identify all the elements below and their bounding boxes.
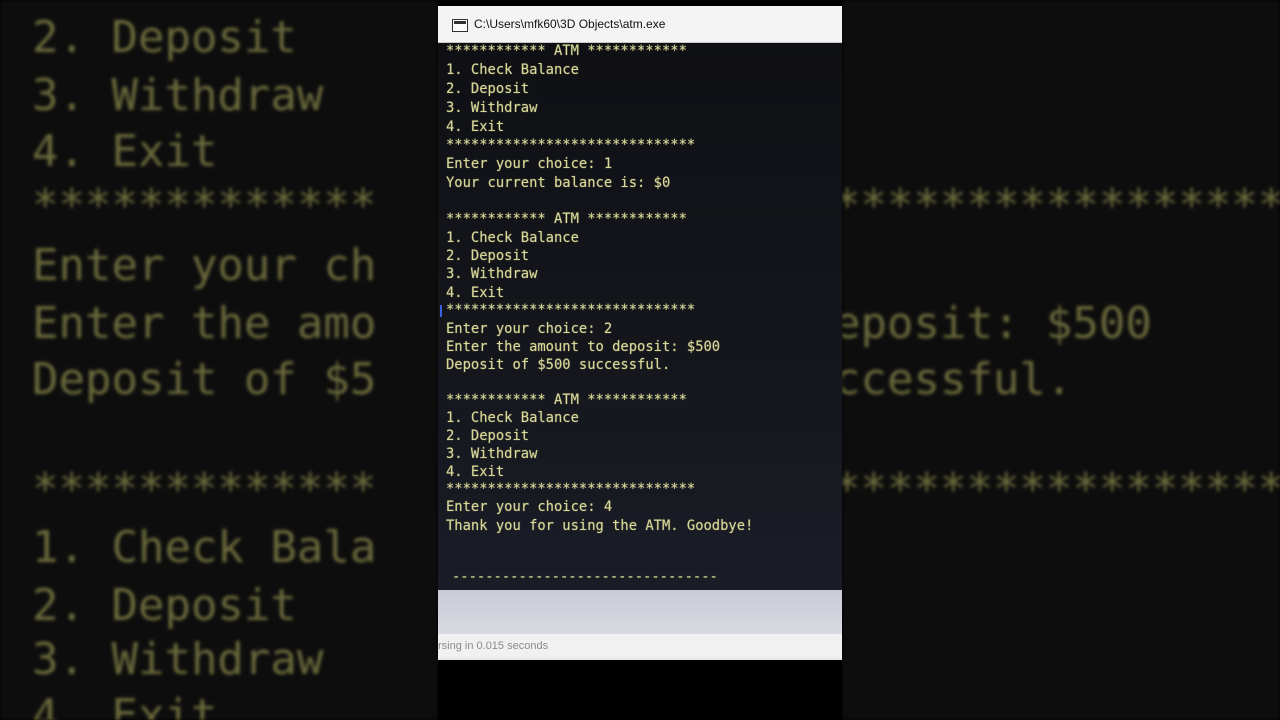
bg-left-line: *************	[32, 464, 377, 515]
console-line: Your current balance is: $0	[446, 175, 671, 191]
console-line: ******************************	[446, 302, 696, 318]
console-line: ************ ATM ************	[446, 43, 687, 59]
separator-line: --------------------------------	[452, 569, 718, 585]
status-panel: rsing in 0.015 seconds	[438, 590, 842, 660]
bg-left-line: 2. Deposit	[32, 580, 297, 631]
caret-marker	[440, 305, 442, 317]
bg-left-line: *************	[32, 180, 377, 231]
background-left: 2. Deposit 3. Withdraw 4. Exit *********…	[0, 0, 438, 720]
console-line: 3. Withdraw	[446, 266, 538, 282]
console-line: Deposit of $500 successful.	[446, 357, 671, 373]
console-line: 2. Deposit	[446, 81, 530, 97]
console-line: ************ ATM ************	[446, 211, 687, 227]
bg-right-line: ccessful.	[842, 354, 1073, 405]
console-app-icon	[452, 19, 468, 32]
bg-right-line: *****************	[842, 180, 1280, 231]
console-output[interactable]: ************ ATM ************ 1. Check B…	[438, 43, 842, 590]
bg-right-line: *****************	[842, 464, 1280, 515]
console-line: ******************************	[446, 481, 696, 497]
bg-left-line: Deposit of $5	[32, 354, 377, 405]
console-line: 1. Check Balance	[446, 230, 579, 246]
bg-left-line: 4. Exit	[32, 690, 218, 720]
console-line: ******************************	[446, 137, 696, 153]
bg-left-line: 3. Withdraw	[32, 70, 324, 121]
bg-left-line: Enter the amo	[32, 298, 377, 349]
window-titlebar[interactable]: C:\Users\mfk60\3D Objects\atm.exe	[438, 6, 842, 43]
console-line: ************ ATM ************	[446, 392, 687, 408]
bg-left-line: 2. Deposit	[32, 12, 297, 63]
console-line: 2. Deposit	[446, 248, 530, 264]
console-line: 4. Exit	[446, 119, 505, 135]
console-line: Enter the amount to deposit: $500	[446, 339, 721, 355]
status-text: rsing in 0.015 seconds	[438, 640, 549, 652]
console-line: 2. Deposit	[446, 428, 530, 444]
console-line: 4. Exit	[446, 464, 505, 480]
window-title: C:\Users\mfk60\3D Objects\atm.exe	[474, 17, 666, 31]
bg-right-line: eposit: $500	[842, 298, 1152, 349]
bg-left-line: Enter your ch	[32, 240, 377, 291]
console-line: Thank you for using the ATM. Goodbye!	[446, 518, 754, 534]
console-window: C:\Users\mfk60\3D Objects\atm.exe ******…	[438, 0, 842, 720]
console-line: Enter your choice: 2	[446, 321, 613, 337]
console-line: 3. Withdraw	[446, 446, 538, 462]
console-line: 1. Check Balance	[446, 410, 579, 426]
console-line: Enter your choice: 4	[446, 499, 613, 515]
bg-left-line: 4. Exit	[32, 126, 218, 177]
bg-left-line: 3. Withdraw	[32, 634, 324, 685]
background-right: ***************** eposit: $500 ccessful.…	[842, 0, 1280, 720]
console-line: 3. Withdraw	[446, 100, 538, 116]
console-line: Enter your choice: 1	[446, 156, 613, 172]
console-line: 1. Check Balance	[446, 62, 579, 78]
bg-left-line: 1. Check Bala	[32, 522, 377, 573]
console-line: 4. Exit	[446, 285, 505, 301]
